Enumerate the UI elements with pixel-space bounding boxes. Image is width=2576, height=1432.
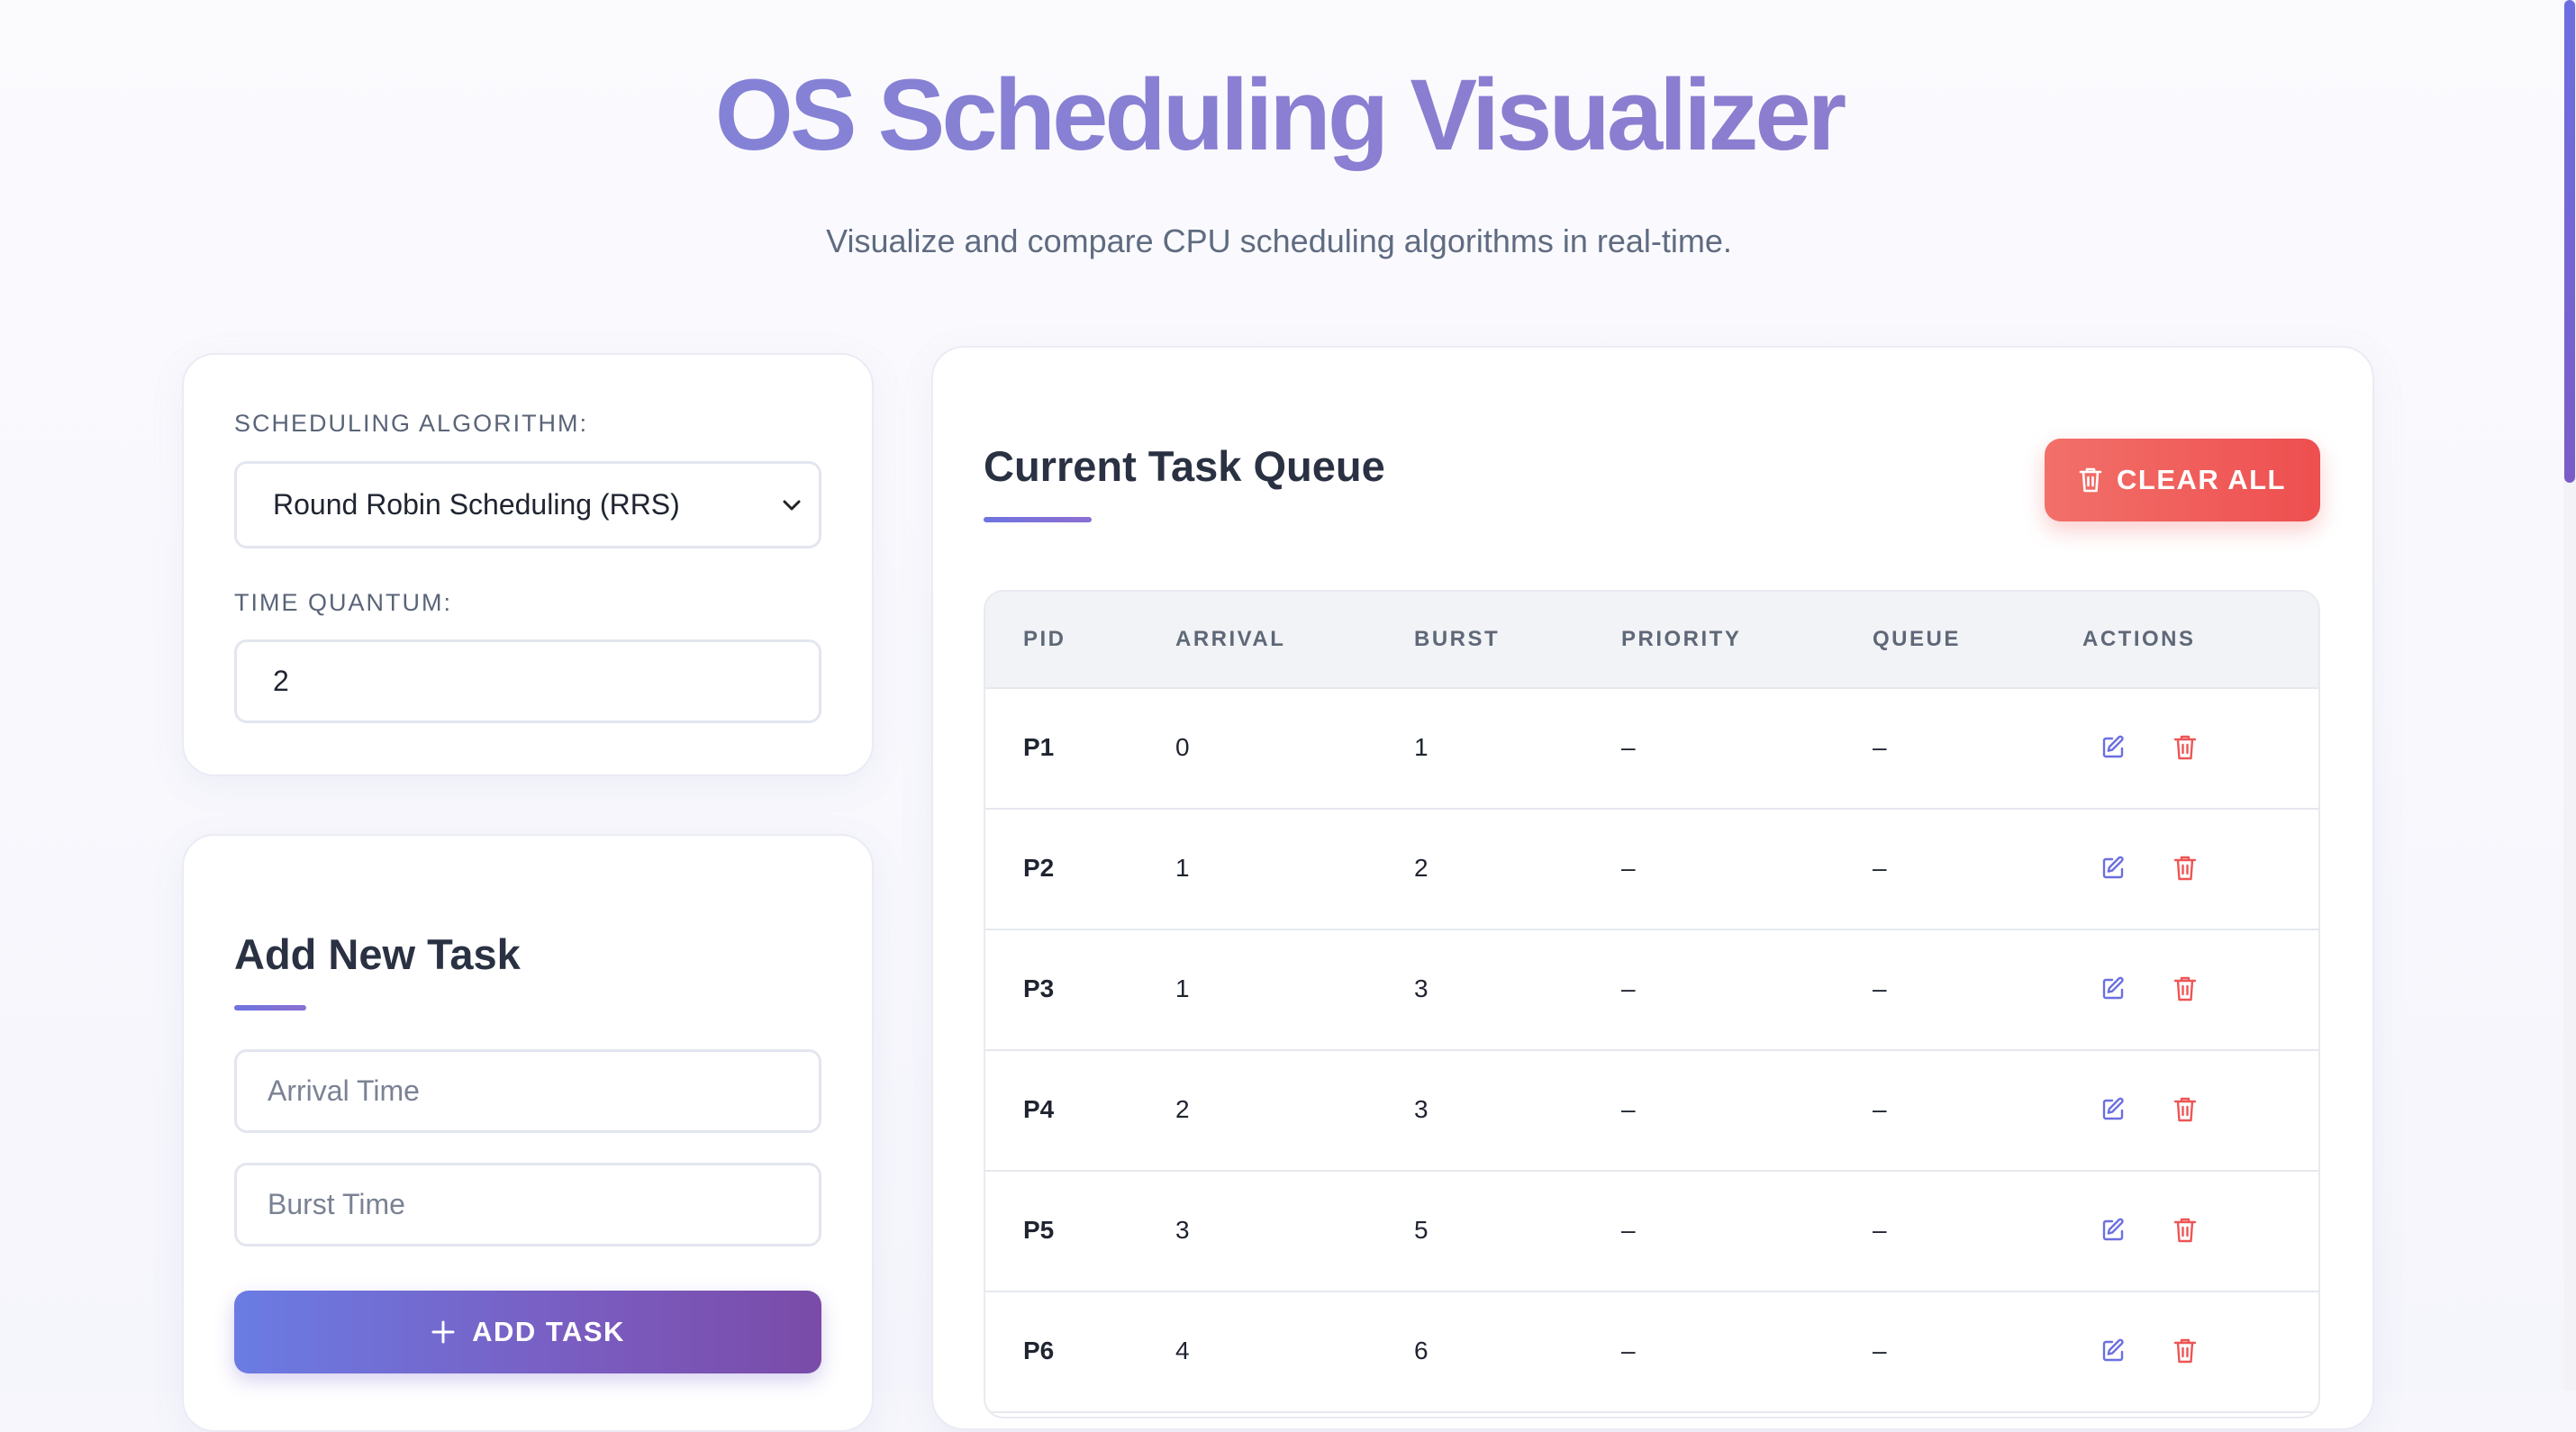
cell-pid: P6 bbox=[1023, 1337, 1055, 1364]
cell-queue: – bbox=[1873, 974, 1887, 1002]
edit-icon[interactable] bbox=[2095, 1092, 2131, 1128]
cell-pid: P4 bbox=[1023, 1095, 1055, 1123]
trash-icon[interactable] bbox=[2167, 1092, 2203, 1128]
task-queue-underline bbox=[984, 517, 1092, 522]
algorithm-label: SCHEDULING ALGORITHM: bbox=[234, 410, 589, 437]
cell-burst: 1 bbox=[1414, 733, 1429, 761]
trash-icon[interactable] bbox=[2167, 1212, 2203, 1248]
scrollbar-thumb[interactable] bbox=[2564, 0, 2575, 483]
cell-queue: – bbox=[1873, 733, 1887, 761]
trash-icon[interactable] bbox=[2167, 730, 2203, 766]
column-header-arrival: ARRIVAL bbox=[1175, 627, 1286, 651]
cell-priority: – bbox=[1621, 974, 1636, 1002]
arrival-time-placeholder: Arrival Time bbox=[268, 1074, 420, 1107]
add-task-button[interactable]: ADD TASK bbox=[234, 1291, 821, 1373]
edit-icon[interactable] bbox=[2095, 971, 2131, 1007]
cell-arrival: 2 bbox=[1175, 1095, 1190, 1123]
add-task-button-label: ADD TASK bbox=[472, 1316, 625, 1347]
add-task-title: Add New Task bbox=[234, 930, 521, 978]
cell-queue: – bbox=[1873, 1216, 1887, 1244]
task-queue-table: PID ARRIVAL BURST PRIORITY QUEUE ACTIONS… bbox=[984, 590, 2320, 1418]
edit-icon[interactable] bbox=[2095, 730, 2131, 766]
cell-priority: – bbox=[1621, 1095, 1636, 1123]
table-header: PID ARRIVAL BURST PRIORITY QUEUE ACTIONS bbox=[985, 592, 2318, 689]
table-row: P4 2 3 – – bbox=[985, 1049, 2318, 1172]
cell-arrival: 4 bbox=[1175, 1337, 1190, 1364]
page-title: OS Scheduling Visualizer bbox=[0, 52, 2558, 178]
algorithm-select[interactable]: Round Robin Scheduling (RRS) bbox=[234, 461, 821, 548]
algorithm-select-value: Round Robin Scheduling (RRS) bbox=[273, 488, 680, 521]
burst-time-placeholder: Burst Time bbox=[268, 1188, 405, 1220]
cell-priority: – bbox=[1621, 1216, 1636, 1244]
quantum-input-value: 2 bbox=[273, 665, 289, 697]
table-row: P6 4 6 – – bbox=[985, 1291, 2318, 1413]
table-row: P1 0 1 – – bbox=[985, 687, 2318, 810]
column-header-queue: QUEUE bbox=[1873, 627, 1961, 651]
cell-burst: 6 bbox=[1414, 1337, 1429, 1364]
cell-pid: P5 bbox=[1023, 1216, 1055, 1244]
trash-icon[interactable] bbox=[2167, 1333, 2203, 1369]
cell-pid: P2 bbox=[1023, 854, 1055, 882]
trash-icon[interactable] bbox=[2167, 850, 2203, 886]
edit-icon[interactable] bbox=[2095, 1212, 2131, 1248]
table-row: P5 3 5 – – bbox=[985, 1170, 2318, 1292]
column-header-actions: ACTIONS bbox=[2082, 627, 2196, 651]
cell-queue: – bbox=[1873, 854, 1887, 882]
edit-icon[interactable] bbox=[2095, 850, 2131, 886]
cell-pid: P1 bbox=[1023, 733, 1055, 761]
chevron-down-icon bbox=[774, 464, 810, 546]
arrival-time-input[interactable]: Arrival Time bbox=[234, 1049, 821, 1133]
cell-queue: – bbox=[1873, 1337, 1887, 1364]
plus-icon bbox=[431, 1320, 455, 1344]
cell-arrival: 1 bbox=[1175, 854, 1190, 882]
cell-priority: – bbox=[1621, 1337, 1636, 1364]
cell-arrival: 3 bbox=[1175, 1216, 1190, 1244]
edit-icon[interactable] bbox=[2095, 1333, 2131, 1369]
column-header-burst: BURST bbox=[1414, 627, 1501, 651]
cell-burst: 3 bbox=[1414, 1095, 1429, 1123]
cell-priority: – bbox=[1621, 733, 1636, 761]
cell-pid: P3 bbox=[1023, 974, 1055, 1002]
cell-arrival: 0 bbox=[1175, 733, 1190, 761]
burst-time-input[interactable]: Burst Time bbox=[234, 1163, 821, 1246]
trash-icon[interactable] bbox=[2167, 971, 2203, 1007]
cell-burst: 3 bbox=[1414, 974, 1429, 1002]
cell-priority: – bbox=[1621, 854, 1636, 882]
column-header-priority: PRIORITY bbox=[1621, 627, 1742, 651]
column-header-pid: PID bbox=[1023, 627, 1066, 651]
cell-arrival: 1 bbox=[1175, 974, 1190, 1002]
cell-burst: 5 bbox=[1414, 1216, 1429, 1244]
page-subtitle: Visualize and compare CPU scheduling alg… bbox=[826, 222, 1732, 259]
cell-burst: 2 bbox=[1414, 854, 1429, 882]
table-row: P3 1 3 – – bbox=[985, 929, 2318, 1051]
cell-queue: – bbox=[1873, 1095, 1887, 1123]
trash-icon bbox=[2079, 467, 2102, 493]
table-row: P2 1 2 – – bbox=[985, 808, 2318, 930]
quantum-input[interactable]: 2 bbox=[234, 639, 821, 723]
clear-all-label: CLEAR ALL bbox=[2117, 464, 2286, 495]
task-queue-title: Current Task Queue bbox=[984, 442, 1385, 490]
add-task-underline bbox=[234, 1005, 306, 1011]
quantum-label: TIME QUANTUM: bbox=[234, 589, 452, 616]
clear-all-button[interactable]: CLEAR ALL bbox=[2045, 439, 2320, 521]
